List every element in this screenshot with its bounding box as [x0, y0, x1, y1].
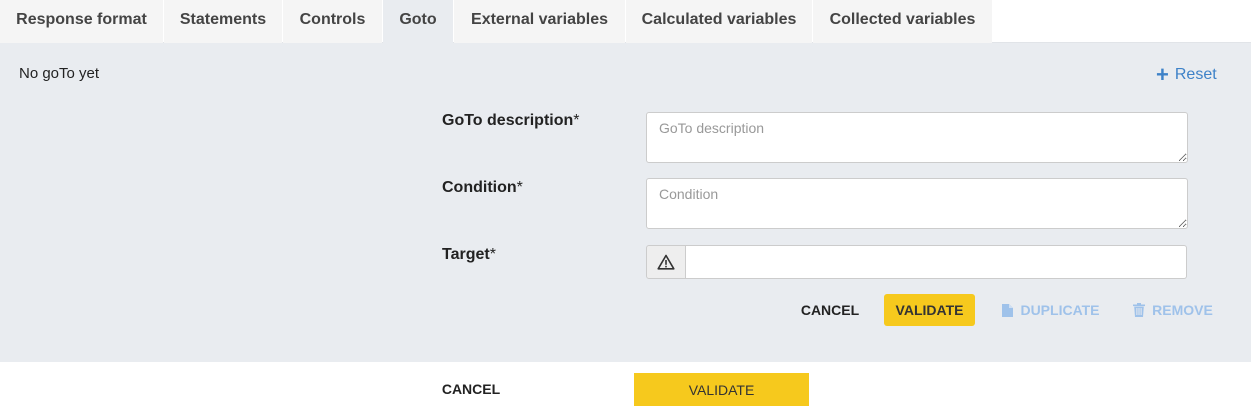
duplicate-label: DUPLICATE	[1020, 302, 1100, 318]
validate-button[interactable]: VALIDATE	[884, 294, 975, 326]
target-field[interactable]	[686, 245, 1187, 279]
tab-controls[interactable]: Controls	[283, 0, 382, 43]
condition-field[interactable]	[646, 178, 1188, 229]
tab-calculated-variables[interactable]: Calculated variables	[626, 0, 812, 43]
duplicate-button[interactable]: DUPLICATE	[1001, 294, 1101, 326]
cancel-button[interactable]: CANCEL	[790, 294, 870, 326]
tab-response-format[interactable]: Response format	[0, 0, 163, 43]
target-label: Target*	[442, 246, 496, 264]
goto-description-label: GoTo description*	[442, 112, 580, 130]
file-icon	[1002, 303, 1014, 317]
tab-goto[interactable]: Goto	[383, 0, 453, 44]
required-mark: *	[516, 179, 523, 196]
tab-external-variables[interactable]: External variables	[454, 0, 625, 43]
plus-icon: +	[1156, 62, 1169, 87]
empty-message: No goTo yet	[19, 65, 100, 82]
required-mark: *	[573, 112, 580, 129]
condition-label: Condition*	[442, 179, 523, 197]
target-input-group	[646, 245, 1187, 279]
goto-panel: No goTo yet + Reset GoTo description* Co…	[0, 43, 1251, 362]
goto-description-label-text: GoTo description	[442, 112, 574, 129]
warning-triangle-icon	[646, 245, 686, 279]
remove-label: REMOVE	[1152, 302, 1213, 318]
remove-button[interactable]: REMOVE	[1132, 294, 1214, 326]
footer-validate-button[interactable]: VALIDATE	[634, 373, 809, 406]
footer-cancel-button[interactable]: CANCEL	[430, 373, 512, 405]
target-label-text: Target	[442, 246, 490, 263]
tab-bar: Response format Statements Controls Goto…	[0, 0, 1251, 44]
reset-label: Reset	[1174, 66, 1217, 83]
tab-collected-variables[interactable]: Collected variables	[813, 0, 992, 43]
trash-icon	[1133, 303, 1146, 317]
tab-statements[interactable]: Statements	[164, 0, 282, 43]
reset-button[interactable]: + Reset	[1156, 62, 1217, 87]
condition-label-text: Condition	[442, 179, 517, 196]
goto-description-field[interactable]	[646, 112, 1188, 163]
required-mark: *	[489, 246, 496, 263]
